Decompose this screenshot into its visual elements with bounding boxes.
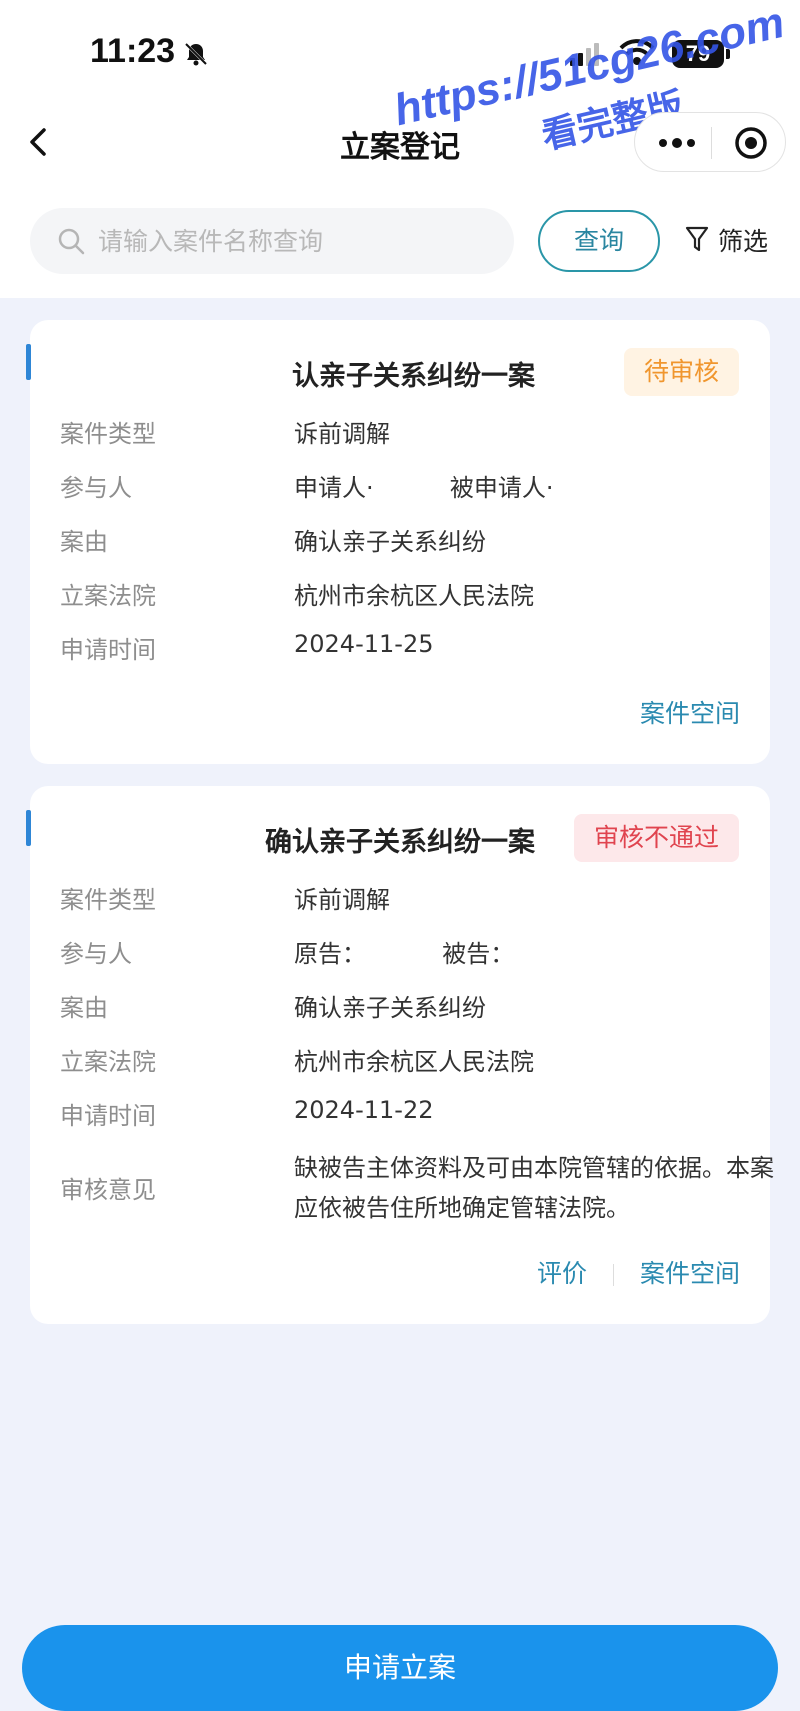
- header-area: 11:23 79 https://51cg26.com 看完整版 立案登记 请输…: [0, 0, 800, 298]
- apply-time-label: 申请时间: [60, 1102, 156, 1130]
- apply-time-value: 2024-11-22: [294, 1096, 434, 1124]
- status-badge: 审核不通过: [574, 814, 740, 862]
- apply-time-row: 申请时间 2024-11-22: [60, 1096, 750, 1136]
- filter-icon: [685, 226, 709, 252]
- search-box[interactable]: [30, 208, 514, 274]
- capsule-divider: [711, 127, 712, 159]
- signal-icon: [570, 43, 599, 66]
- court-row: 立案法院 杭州市余杭区人民法院: [60, 1042, 750, 1082]
- review-opinion-label: 审核意见: [60, 1176, 156, 1204]
- battery-tip: [726, 49, 730, 59]
- case-type-value: 诉前调解: [294, 886, 390, 914]
- apply-time-row: 申请时间 2024-11-25: [60, 630, 750, 670]
- cause-row: 案由 确认亲子关系纠纷: [60, 522, 750, 562]
- filter-button[interactable]: 筛选: [684, 220, 794, 260]
- cause-value: 确认亲子关系纠纷: [294, 528, 486, 556]
- case-space-link[interactable]: 案件空间: [640, 699, 740, 728]
- case-type-label: 案件类型: [60, 886, 156, 914]
- bell-muted-icon: [184, 42, 208, 66]
- case-type-row: 案件类型 诉前调解: [60, 880, 750, 920]
- cause-value: 确认亲子关系纠纷: [294, 994, 486, 1022]
- wifi-icon: [619, 39, 655, 65]
- participants-label: 参与人: [60, 474, 132, 502]
- search-input[interactable]: [98, 216, 498, 266]
- card-links: 评价 案件空间: [537, 1254, 740, 1290]
- case-title: 认亲子关系纠纷一案: [292, 361, 535, 392]
- participants-value: 申请人· 被申请人·: [294, 474, 554, 502]
- rate-link[interactable]: 评价: [537, 1259, 587, 1288]
- case-type-row: 案件类型 诉前调解: [60, 414, 750, 454]
- participants-value: 原告： 被告：: [294, 940, 515, 968]
- cause-row: 案由 确认亲子关系纠纷: [60, 988, 750, 1028]
- cause-label: 案由: [60, 994, 108, 1022]
- case-type-label: 案件类型: [60, 420, 156, 448]
- case-title: 确认亲子关系纠纷一案: [265, 827, 535, 858]
- status-time: 11:23: [90, 32, 176, 70]
- court-label: 立案法院: [60, 582, 156, 610]
- court-row: 立案法院 杭州市余杭区人民法院: [60, 576, 750, 616]
- apply-time-label: 申请时间: [60, 636, 156, 664]
- apply-case-button[interactable]: 申请立案: [22, 1625, 778, 1711]
- query-button[interactable]: 查询: [538, 210, 660, 272]
- card-links: 案件空间: [640, 694, 740, 730]
- cause-label: 案由: [60, 528, 108, 556]
- nav-bar: 立案登记: [0, 100, 800, 184]
- case-card[interactable]: 确认亲子关系纠纷一案 审核不通过 案件类型 诉前调解 参与人 原告： 被告： 案…: [26, 786, 774, 1324]
- target-icon[interactable]: [733, 125, 769, 161]
- filter-label: 筛选: [718, 227, 769, 256]
- apply-time-value: 2024-11-25: [294, 630, 434, 658]
- court-value: 杭州市余杭区人民法院: [294, 1048, 534, 1076]
- review-opinion-row: 审核意见 缺被告主体资料及可由本院管辖的依据。本案应依被告住所地确定管辖法院。: [60, 1148, 774, 1232]
- participants-row: 参与人 申请人· 被申请人·: [60, 468, 750, 508]
- battery-indicator: 79: [672, 40, 724, 68]
- status-bar: 11:23 79: [0, 0, 800, 100]
- search-row: 查询 筛选: [0, 206, 800, 276]
- participants-row: 参与人 原告： 被告：: [60, 934, 750, 974]
- participants-label: 参与人: [60, 940, 132, 968]
- mini-program-capsule: [634, 112, 786, 172]
- status-badge: 待审核: [624, 348, 740, 396]
- case-type-value: 诉前调解: [294, 420, 390, 448]
- more-icon[interactable]: [657, 129, 697, 157]
- search-icon: [58, 228, 85, 255]
- court-label: 立案法院: [60, 1048, 156, 1076]
- review-opinion-value: 缺被告主体资料及可由本院管辖的依据。本案应依被告住所地确定管辖法院。: [294, 1154, 774, 1222]
- link-divider: [612, 1264, 614, 1286]
- court-value: 杭州市余杭区人民法院: [294, 582, 534, 610]
- case-card[interactable]: 认亲子关系纠纷一案 待审核 案件类型 诉前调解 参与人 申请人· 被申请人· 案…: [26, 320, 770, 764]
- case-space-link[interactable]: 案件空间: [640, 1259, 740, 1288]
